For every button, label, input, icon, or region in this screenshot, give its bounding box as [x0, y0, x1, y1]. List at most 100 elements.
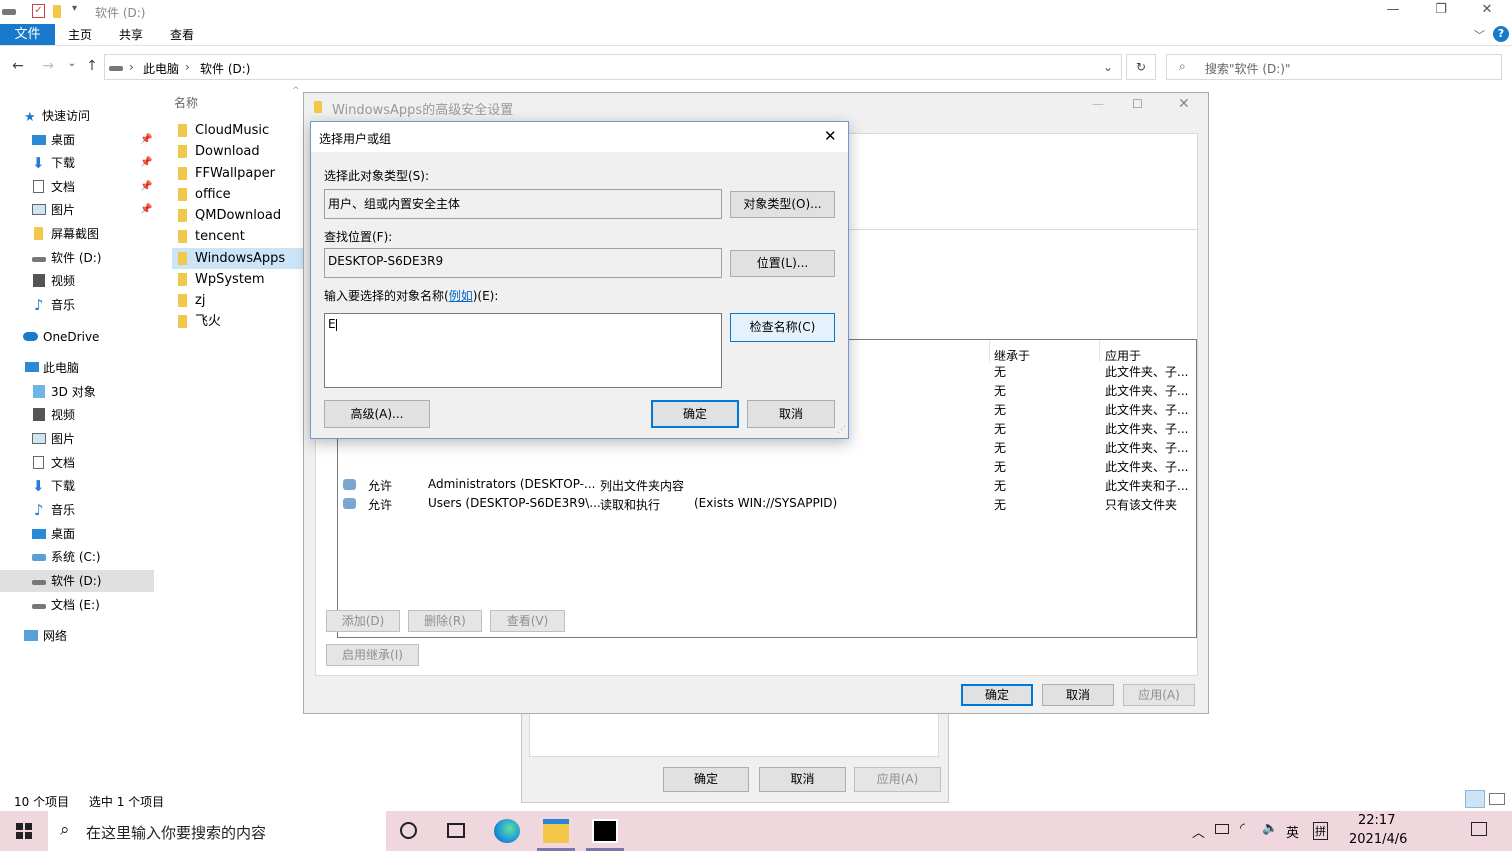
nav-network[interactable]: 网络 — [0, 625, 154, 647]
minimize-button[interactable]: — — [1092, 97, 1104, 111]
nav-pictures[interactable]: 图片 📌 — [0, 199, 154, 221]
list-item[interactable]: Download — [172, 141, 304, 162]
properties-apply-button[interactable]: 应用(A) — [854, 767, 941, 792]
back-arrow-icon[interactable]: ← — [8, 58, 28, 78]
wifi-icon[interactable]: ◜ — [1240, 821, 1245, 836]
taskbar-search[interactable]: ⌕ 在这里输入你要搜索的内容 — [48, 811, 386, 851]
list-item[interactable]: WindowsApps — [172, 248, 304, 269]
table-row[interactable]: 允许 Users (DESKTOP-S6DE3R9\... 读取和执行 (Exi… — [338, 496, 1196, 515]
tab-file[interactable]: 文件 — [0, 24, 55, 45]
address-dropdown-icon[interactable]: ⌄ — [1103, 60, 1113, 74]
table-row[interactable]: 无 此文件夹、子... — [338, 439, 1196, 458]
nav-documents[interactable]: 文档 📌 — [0, 176, 154, 198]
advanced-cancel-button[interactable]: 取消 — [1042, 684, 1114, 706]
list-item[interactable]: office — [172, 184, 304, 205]
close-icon[interactable]: ✕ — [824, 127, 837, 145]
properties-ok-button[interactable]: 确定 — [663, 767, 749, 792]
nav-drive-d-quick[interactable]: 软件 (D:) — [0, 247, 154, 269]
edge-browser-icon[interactable] — [494, 819, 520, 843]
check-names-button[interactable]: 检查名称(C) — [730, 313, 835, 342]
tab-home[interactable]: 主页 — [56, 24, 104, 46]
nav-onedrive[interactable]: OneDrive — [0, 326, 154, 348]
nav-3d-objects[interactable]: 3D 对象 — [0, 381, 154, 403]
cortana-icon[interactable] — [400, 822, 417, 839]
help-icon[interactable]: ? — [1493, 26, 1509, 42]
clock-date[interactable]: 2021/4/6 — [1349, 832, 1407, 847]
breadcrumb-drive-d[interactable]: 软件 (D:) — [200, 60, 250, 77]
nav-drive-e[interactable]: 文档 (E:) — [0, 594, 154, 616]
expand-ribbon-icon[interactable]: ﹀ — [1474, 27, 1485, 43]
task-view-icon[interactable] — [447, 823, 465, 838]
pin-icon[interactable]: 📌 — [140, 152, 152, 174]
quick-access-dropdown-icon[interactable]: ▾ — [72, 3, 77, 14]
forward-arrow-icon[interactable]: → — [38, 58, 58, 78]
up-arrow-icon[interactable]: ↑ — [82, 58, 102, 78]
column-header-name[interactable]: 名称 — [174, 94, 198, 111]
close-button[interactable]: ✕ — [1464, 2, 1510, 22]
column-header-inherited[interactable]: 继承于 — [994, 347, 1030, 364]
nav-pc-music[interactable]: ♪ 音乐 — [0, 499, 154, 521]
search-box[interactable]: ⌕ 搜索"软件 (D:)" — [1166, 54, 1502, 80]
maximize-button[interactable]: ❐ — [1418, 2, 1464, 22]
nav-drive-d[interactable]: 软件 (D:) — [0, 570, 154, 592]
file-explorer-icon[interactable] — [543, 819, 569, 843]
ime-language[interactable]: 英 — [1286, 822, 1299, 841]
pin-icon[interactable]: 📌 — [140, 176, 152, 198]
ime-mode[interactable]: 拼 — [1313, 822, 1328, 840]
nav-screenshots[interactable]: 屏幕截图 — [0, 223, 154, 245]
view-permission-button[interactable]: 查看(V) — [490, 610, 565, 632]
taskbar-search-input[interactable]: 在这里输入你要搜索的内容 — [86, 822, 266, 843]
recent-locations-icon[interactable]: ⌄ — [62, 58, 82, 78]
object-names-input[interactable]: E — [324, 313, 722, 388]
nav-downloads[interactable]: ⬇ 下载 📌 — [0, 152, 154, 174]
select-cancel-button[interactable]: 取消 — [747, 400, 835, 428]
advanced-button[interactable]: 高级(A)... — [324, 400, 430, 428]
pin-icon[interactable]: 📌 — [140, 129, 152, 151]
examples-link[interactable]: 例如 — [449, 289, 473, 303]
advanced-apply-button[interactable]: 应用(A) — [1123, 684, 1195, 706]
table-row[interactable]: 允许 Administrators (DESKTOP-... 列出文件夹内容 无… — [338, 477, 1196, 496]
refresh-button[interactable]: ↻ — [1126, 54, 1156, 80]
list-item[interactable]: CloudMusic — [172, 120, 304, 141]
nav-desktop[interactable]: 桌面 📌 — [0, 129, 154, 151]
list-item[interactable]: WpSystem — [172, 269, 304, 290]
windows-start-icon[interactable] — [16, 823, 32, 839]
nav-pc-videos[interactable]: 视频 — [0, 404, 154, 426]
table-row[interactable]: 无 此文件夹、子... — [338, 458, 1196, 477]
close-button[interactable]: ✕ — [1178, 96, 1190, 112]
column-header-applies[interactable]: 应用于 — [1105, 347, 1141, 364]
nav-pc-downloads[interactable]: ⬇ 下载 — [0, 475, 154, 497]
address-bar[interactable]: › 此电脑 › 软件 (D:) ⌄ — [104, 54, 1122, 80]
nav-pc-pictures[interactable]: 图片 — [0, 428, 154, 450]
volume-icon[interactable]: 🔈 — [1262, 821, 1278, 836]
minimize-button[interactable]: — — [1370, 2, 1416, 22]
remove-permission-button[interactable]: 删除(R) — [408, 610, 482, 632]
properties-check-icon[interactable]: ✓ — [32, 4, 45, 18]
pin-icon[interactable]: 📌 — [140, 199, 152, 221]
notification-icon[interactable] — [1471, 822, 1487, 836]
locations-button[interactable]: 位置(L)... — [730, 250, 835, 277]
large-icons-view-icon[interactable] — [1489, 793, 1505, 805]
advanced-ok-button[interactable]: 确定 — [961, 684, 1033, 706]
add-permission-button[interactable]: 添加(D) — [326, 610, 400, 632]
properties-cancel-button[interactable]: 取消 — [759, 767, 846, 792]
chevron-up-icon[interactable]: ︿ — [1192, 822, 1205, 841]
list-item[interactable]: zj — [172, 290, 304, 311]
clock-time[interactable]: 22:17 — [1358, 813, 1395, 828]
list-item[interactable]: FFWallpaper — [172, 163, 304, 184]
nav-videos[interactable]: 视频 — [0, 270, 154, 292]
nav-music[interactable]: ♪ 音乐 — [0, 294, 154, 316]
new-folder-icon[interactable] — [53, 5, 61, 18]
object-types-button[interactable]: 对象类型(O)... — [730, 191, 835, 218]
tab-share[interactable]: 共享 — [107, 24, 155, 46]
details-view-icon[interactable] — [1465, 790, 1485, 808]
maximize-button[interactable]: ☐ — [1132, 97, 1143, 111]
breadcrumb-this-pc[interactable]: 此电脑 — [143, 60, 179, 77]
resize-grip-icon[interactable]: ⋰ — [837, 425, 846, 435]
list-item[interactable]: tencent — [172, 226, 304, 247]
nav-this-pc[interactable]: 此电脑 — [0, 357, 154, 379]
nav-pc-documents[interactable]: 文档 — [0, 452, 154, 474]
photos-app-icon[interactable] — [592, 819, 618, 843]
select-ok-button[interactable]: 确定 — [651, 400, 739, 428]
enable-inheritance-button[interactable]: 启用继承(I) — [326, 644, 419, 666]
